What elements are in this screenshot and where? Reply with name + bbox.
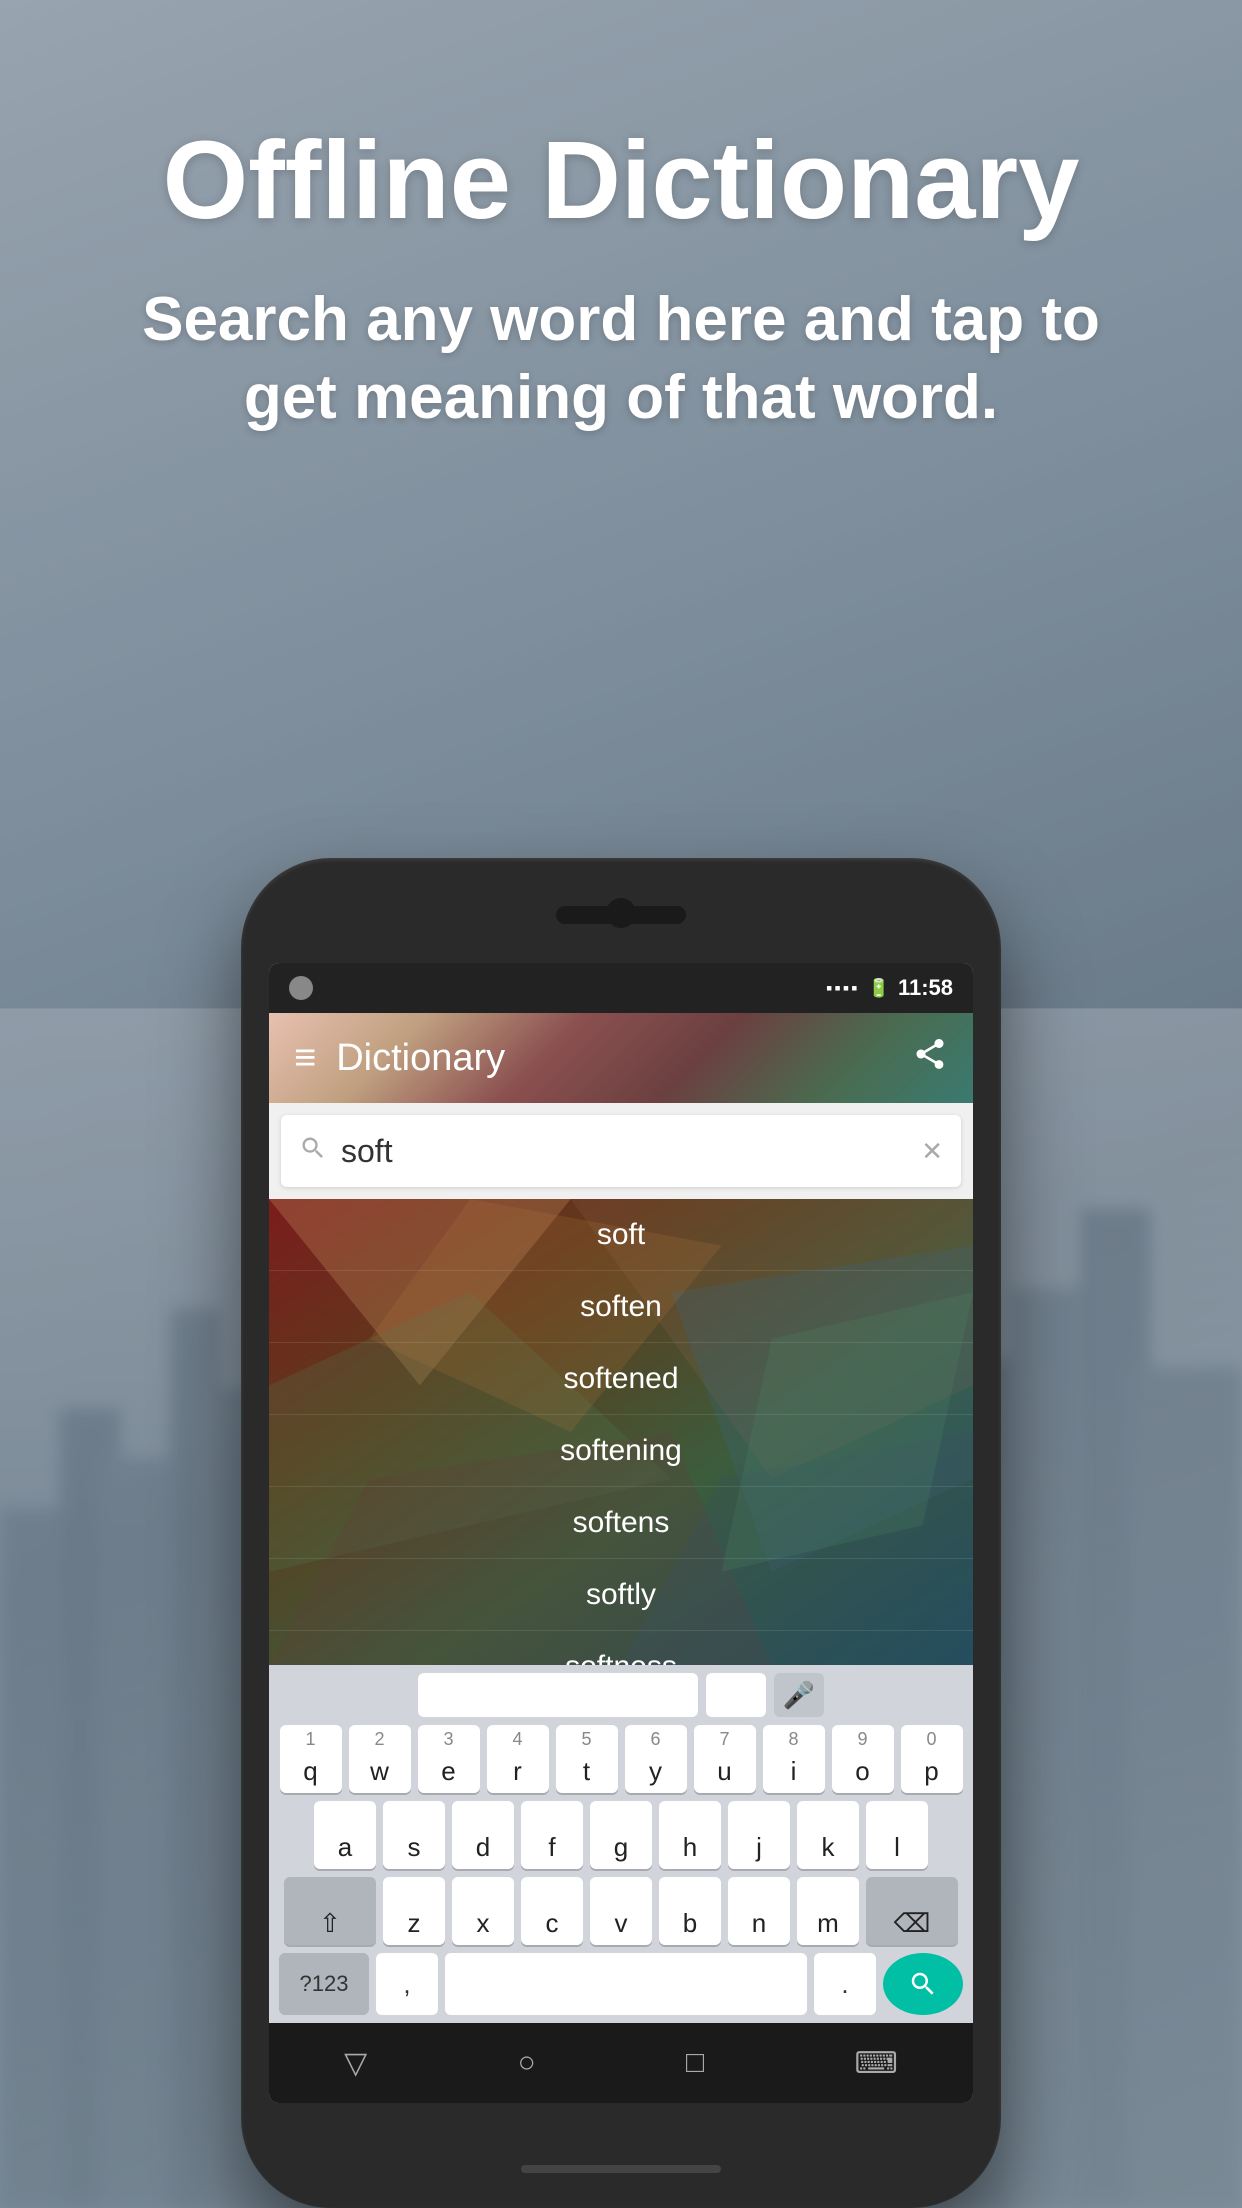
key-e[interactable]: 3e (418, 1725, 480, 1793)
backspace-key[interactable]: ⌫ (866, 1877, 958, 1945)
mic-button[interactable]: 🎤 (774, 1673, 824, 1717)
main-content: Offline Dictionary Search any word here … (0, 0, 1242, 2208)
list-item[interactable]: softened (269, 1343, 973, 1415)
home-nav-button[interactable]: ○ (518, 2046, 536, 2080)
key-l[interactable]: l (866, 1801, 928, 1869)
phone-shell: ▪▪▪▪ 🔋 11:58 ≡ Dictionary (241, 858, 1001, 2208)
battery-icon: 🔋 (868, 978, 890, 999)
search-keyboard-button[interactable] (883, 1953, 963, 2015)
shift-key[interactable]: ⇧ (284, 1877, 376, 1945)
list-item[interactable]: soft (269, 1199, 973, 1271)
search-icon (299, 1134, 327, 1169)
key-a[interactable]: a (314, 1801, 376, 1869)
phone-mockup: ▪▪▪▪ 🔋 11:58 ≡ Dictionary (241, 858, 1001, 2208)
key-i[interactable]: 8i (763, 1725, 825, 1793)
symbols-key[interactable]: ?123 (279, 1953, 369, 2015)
app-bar: ≡ Dictionary (269, 1013, 973, 1103)
word-soft: soft (597, 1218, 645, 1252)
results-list: soft soften softened softening softens (269, 1199, 973, 1665)
search-query[interactable]: soft (341, 1133, 921, 1170)
key-d[interactable]: d (452, 1801, 514, 1869)
key-n[interactable]: n (728, 1877, 790, 1945)
key-t[interactable]: 5t (556, 1725, 618, 1793)
key-b[interactable]: b (659, 1877, 721, 1945)
key-g[interactable]: g (590, 1801, 652, 1869)
clock: 11:58 (898, 975, 953, 1001)
key-o[interactable]: 9o (832, 1725, 894, 1793)
key-w[interactable]: 2w (349, 1725, 411, 1793)
word-softly: softly (586, 1578, 656, 1612)
key-v[interactable]: v (590, 1877, 652, 1945)
key-z[interactable]: z (383, 1877, 445, 1945)
back-nav-button[interactable]: ▽ (344, 2046, 367, 2081)
keyboard-top-row: 🎤 (275, 1673, 967, 1717)
nav-bar: ▽ ○ □ ⌨ (269, 2023, 973, 2103)
list-item[interactable]: softness (269, 1631, 973, 1665)
key-x[interactable]: x (452, 1877, 514, 1945)
status-icon (289, 976, 313, 1000)
status-right: ▪▪▪▪ 🔋 11:58 (826, 975, 953, 1001)
clear-search-button[interactable]: ✕ (921, 1136, 943, 1167)
word-softening: softening (560, 1434, 682, 1468)
page-subtitle: Search any word here and tap to get mean… (93, 281, 1149, 436)
phone-speaker (556, 906, 686, 924)
phone-bottom-bar (521, 2165, 721, 2173)
share-button[interactable] (912, 1036, 948, 1081)
list-item[interactable]: softening (269, 1415, 973, 1487)
app-title-text: Dictionary (336, 1037, 912, 1080)
signal-icon: ▪▪▪▪ (826, 978, 860, 999)
keyboard-row-2: a s d f g h j k l (275, 1801, 967, 1869)
phone-screen: ▪▪▪▪ 🔋 11:58 ≡ Dictionary (269, 963, 973, 2103)
search-bar[interactable]: soft ✕ (281, 1115, 961, 1187)
keyboard-bottom-row: ?123 , . (275, 1953, 967, 2015)
keyboard-nav-button[interactable]: ⌨ (854, 2046, 897, 2081)
keyboard-row-3: ⇧ z x c v b n m ⌫ (275, 1877, 967, 1945)
key-u[interactable]: 7u (694, 1725, 756, 1793)
key-y[interactable]: 6y (625, 1725, 687, 1793)
page-title: Offline Dictionary (62, 120, 1180, 241)
keyboard-row-1: 1q 2w 3e 4r 5t 6y 7u 8i 9o 0p (275, 1725, 967, 1793)
key-m[interactable]: m (797, 1877, 859, 1945)
period-key[interactable]: . (814, 1953, 876, 2015)
key-p[interactable]: 0p (901, 1725, 963, 1793)
word-softness: softness (565, 1650, 677, 1666)
list-item[interactable]: soften (269, 1271, 973, 1343)
keyboard: 🎤 1q 2w 3e 4r 5t 6y 7u 8i 9o 0p (269, 1665, 973, 2023)
status-bar: ▪▪▪▪ 🔋 11:58 (269, 963, 973, 1013)
word-softens: softens (573, 1506, 670, 1540)
list-item[interactable]: softens (269, 1487, 973, 1559)
key-f[interactable]: f (521, 1801, 583, 1869)
menu-button[interactable]: ≡ (294, 1037, 316, 1080)
key-s[interactable]: s (383, 1801, 445, 1869)
key-r[interactable]: 4r (487, 1725, 549, 1793)
key-c[interactable]: c (521, 1877, 583, 1945)
status-left (289, 976, 313, 1000)
word-soften: soften (580, 1290, 662, 1324)
space-key[interactable] (445, 1953, 807, 2015)
key-q[interactable]: 1q (280, 1725, 342, 1793)
word-softened: softened (563, 1362, 678, 1396)
list-item[interactable]: softly (269, 1559, 973, 1631)
keyboard-spacer (418, 1673, 698, 1717)
key-j[interactable]: j (728, 1801, 790, 1869)
keyboard-spacer-2 (706, 1673, 766, 1717)
key-k[interactable]: k (797, 1801, 859, 1869)
comma-key[interactable]: , (376, 1953, 438, 2015)
recent-nav-button[interactable]: □ (686, 2046, 704, 2080)
key-h[interactable]: h (659, 1801, 721, 1869)
